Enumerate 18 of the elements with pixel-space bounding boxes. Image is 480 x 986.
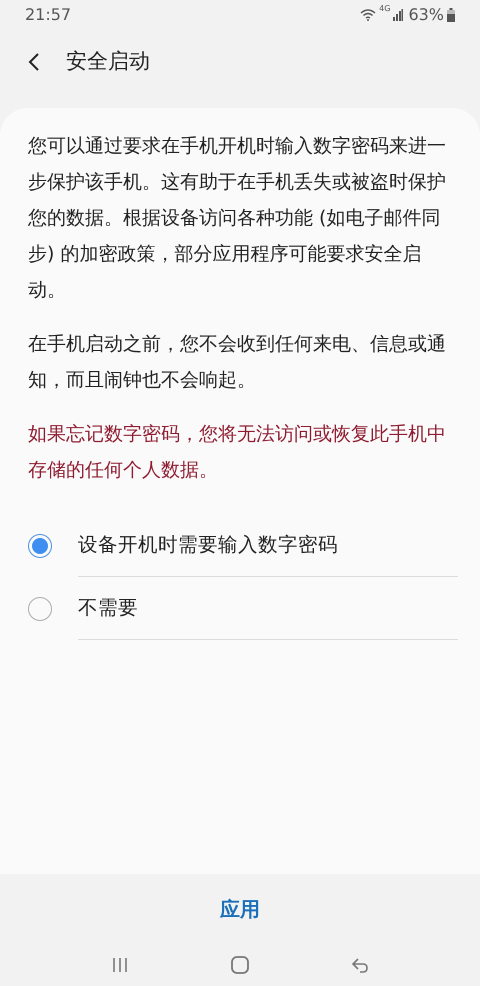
home-icon[interactable] xyxy=(230,955,250,975)
network-label: 4G xyxy=(379,3,390,15)
description-text: 在手机启动之前，您不会收到任何来电、信息或通知，而且闹钟也不会响起。 xyxy=(27,332,447,393)
option-label[interactable]: 设备开机时需要输入数字密码 xyxy=(78,530,338,560)
wifi-icon xyxy=(360,9,376,21)
battery-icon xyxy=(447,8,455,22)
radio-button[interactable] xyxy=(28,596,52,620)
option-label[interactable]: 不需要 xyxy=(78,593,138,623)
recent-apps-icon[interactable] xyxy=(110,957,129,973)
radio-button[interactable] xyxy=(28,534,52,558)
signal-icon xyxy=(393,9,404,21)
back-nav-icon[interactable] xyxy=(351,956,370,974)
description-text: 您可以通过要求在手机开机时输入数字密码来进一步保护该手机。这有助于在手机丢失或被盗时保护您的数据。根据设备访问各种功能 (如电子邮件同步) 的加密政策，部分应用程序可能要求安全启动。 xyxy=(27,134,447,303)
warning-text: 如果忘记数字密码，您将无法访问或恢复此手机中存储的任何个人数据。 xyxy=(27,422,447,483)
status-time: 21:57 xyxy=(25,4,72,26)
page-title: 安全启动 xyxy=(66,48,150,76)
battery-level: 63% xyxy=(408,4,444,26)
apply-button[interactable]: 应用 xyxy=(208,890,272,928)
